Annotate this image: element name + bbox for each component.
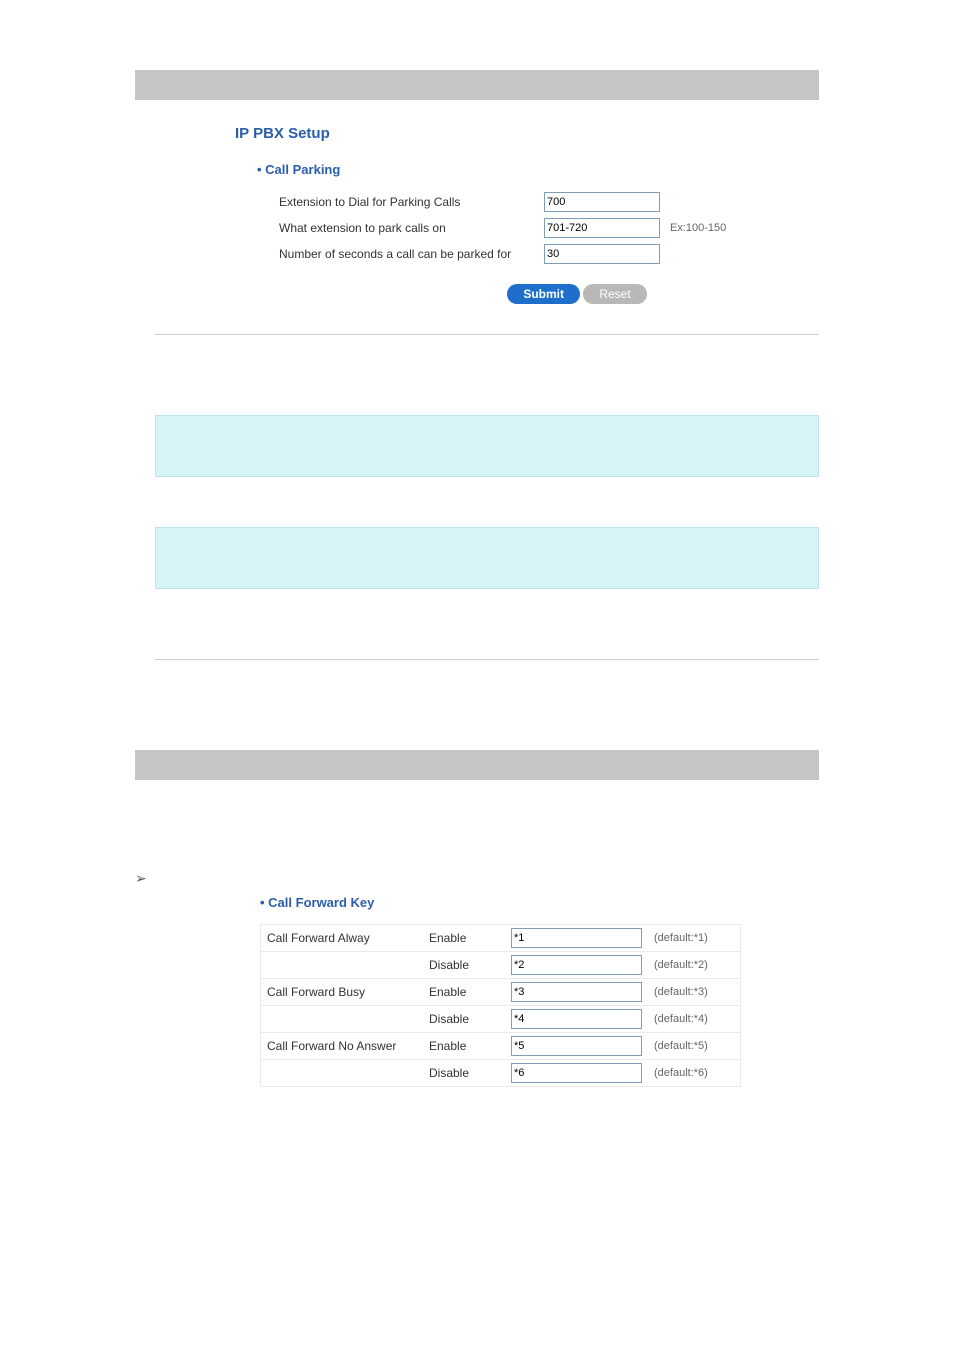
label-ext-park: What extension to park calls on: [279, 221, 544, 235]
cfk-table: Call Forward Alway Enable (default:*1) D…: [260, 924, 741, 1087]
ippbx-setup-section: IP PBX Setup Call Parking Extension to D…: [235, 125, 819, 304]
arrow-icon: ➢: [135, 870, 954, 887]
input-ext-dial[interactable]: [544, 192, 660, 212]
page-title: IP PBX Setup: [235, 125, 819, 142]
cfk-input[interactable]: [511, 928, 642, 948]
cfk-stat: Disable: [423, 1006, 505, 1033]
note-box-1: [155, 415, 819, 477]
hint-ext-park: Ex:100-150: [670, 222, 726, 234]
input-seconds[interactable]: [544, 244, 660, 264]
cfk-default: (default:*2): [648, 952, 741, 979]
cfk-name: [261, 1006, 424, 1033]
divider-2: [155, 659, 819, 660]
reset-button[interactable]: Reset: [583, 284, 646, 304]
cfk-default: (default:*3): [648, 979, 741, 1006]
cfk-title: Call Forward Key: [260, 895, 819, 910]
row-ext-park: What extension to park calls on Ex:100-1…: [279, 218, 819, 238]
cfk-stat: Disable: [423, 1060, 505, 1087]
table-row: Disable (default:*4): [261, 1006, 741, 1033]
table-row: Call Forward No Answer Enable (default:*…: [261, 1033, 741, 1060]
cfk-stat: Enable: [423, 925, 505, 952]
divider-1: [155, 334, 819, 335]
call-parking-subhead: Call Parking: [257, 162, 819, 177]
cfk-stat: Enable: [423, 979, 505, 1006]
submit-button[interactable]: Submit: [507, 284, 580, 304]
cfk-name: [261, 952, 424, 979]
row-ext-dial: Extension to Dial for Parking Calls: [279, 192, 819, 212]
cfk-stat: Disable: [423, 952, 505, 979]
gray-band-mid: [135, 750, 819, 780]
cfk-name: Call Forward Busy: [261, 979, 424, 1006]
cfk-input[interactable]: [511, 955, 642, 975]
button-row: Submit Reset: [235, 284, 819, 304]
cfk-input[interactable]: [511, 1009, 642, 1029]
table-row: Call Forward Alway Enable (default:*1): [261, 925, 741, 952]
cfk-default: (default:*4): [648, 1006, 741, 1033]
input-ext-park[interactable]: [544, 218, 660, 238]
label-seconds: Number of seconds a call can be parked f…: [279, 247, 544, 261]
cfk-input[interactable]: [511, 982, 642, 1002]
cfk-input[interactable]: [511, 1036, 642, 1056]
table-row: Disable (default:*2): [261, 952, 741, 979]
note-box-2: [155, 527, 819, 589]
cfk-default: (default:*6): [648, 1060, 741, 1087]
cfk-name: Call Forward No Answer: [261, 1033, 424, 1060]
cfk-default: (default:*5): [648, 1033, 741, 1060]
table-row: Call Forward Busy Enable (default:*3): [261, 979, 741, 1006]
cfk-stat: Enable: [423, 1033, 505, 1060]
table-row: Disable (default:*6): [261, 1060, 741, 1087]
cfk-name: [261, 1060, 424, 1087]
call-forward-key-section: Call Forward Key Call Forward Alway Enab…: [260, 895, 819, 1087]
cfk-input[interactable]: [511, 1063, 642, 1083]
row-seconds: Number of seconds a call can be parked f…: [279, 244, 819, 264]
cfk-default: (default:*1): [648, 925, 741, 952]
label-ext-dial: Extension to Dial for Parking Calls: [279, 195, 544, 209]
gray-band-top: [135, 70, 819, 100]
cfk-name: Call Forward Alway: [261, 925, 424, 952]
